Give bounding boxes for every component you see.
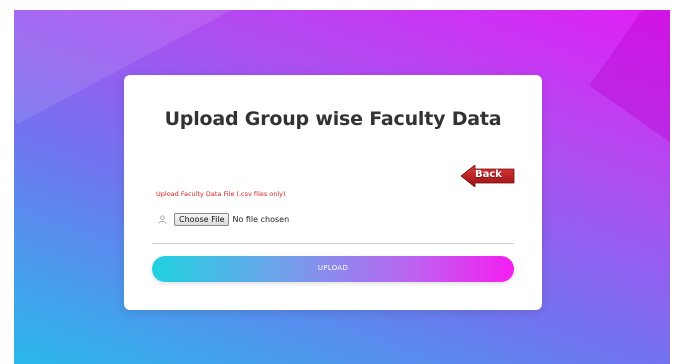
page-title: Upload Group wise Faculty Data <box>164 108 502 130</box>
background-shape <box>589 10 670 155</box>
user-icon <box>158 215 167 224</box>
back-button-label: Back <box>475 169 502 180</box>
file-upload-label: Upload Faculty Data File (.csv files onl… <box>156 190 286 198</box>
upload-card: Upload Group wise Faculty Data Back Uplo… <box>124 75 542 310</box>
divider <box>152 243 514 244</box>
file-input[interactable]: Choose File No file chosen <box>174 213 289 226</box>
page: Upload Group wise Faculty Data Back Uplo… <box>0 0 676 364</box>
upload-button-label: UPLOAD <box>317 264 349 272</box>
upload-button[interactable]: UPLOAD <box>152 256 514 282</box>
file-status-text: No file chosen <box>232 215 290 224</box>
back-button[interactable]: Back <box>461 165 515 187</box>
choose-file-button[interactable]: Choose File <box>174 213 230 226</box>
